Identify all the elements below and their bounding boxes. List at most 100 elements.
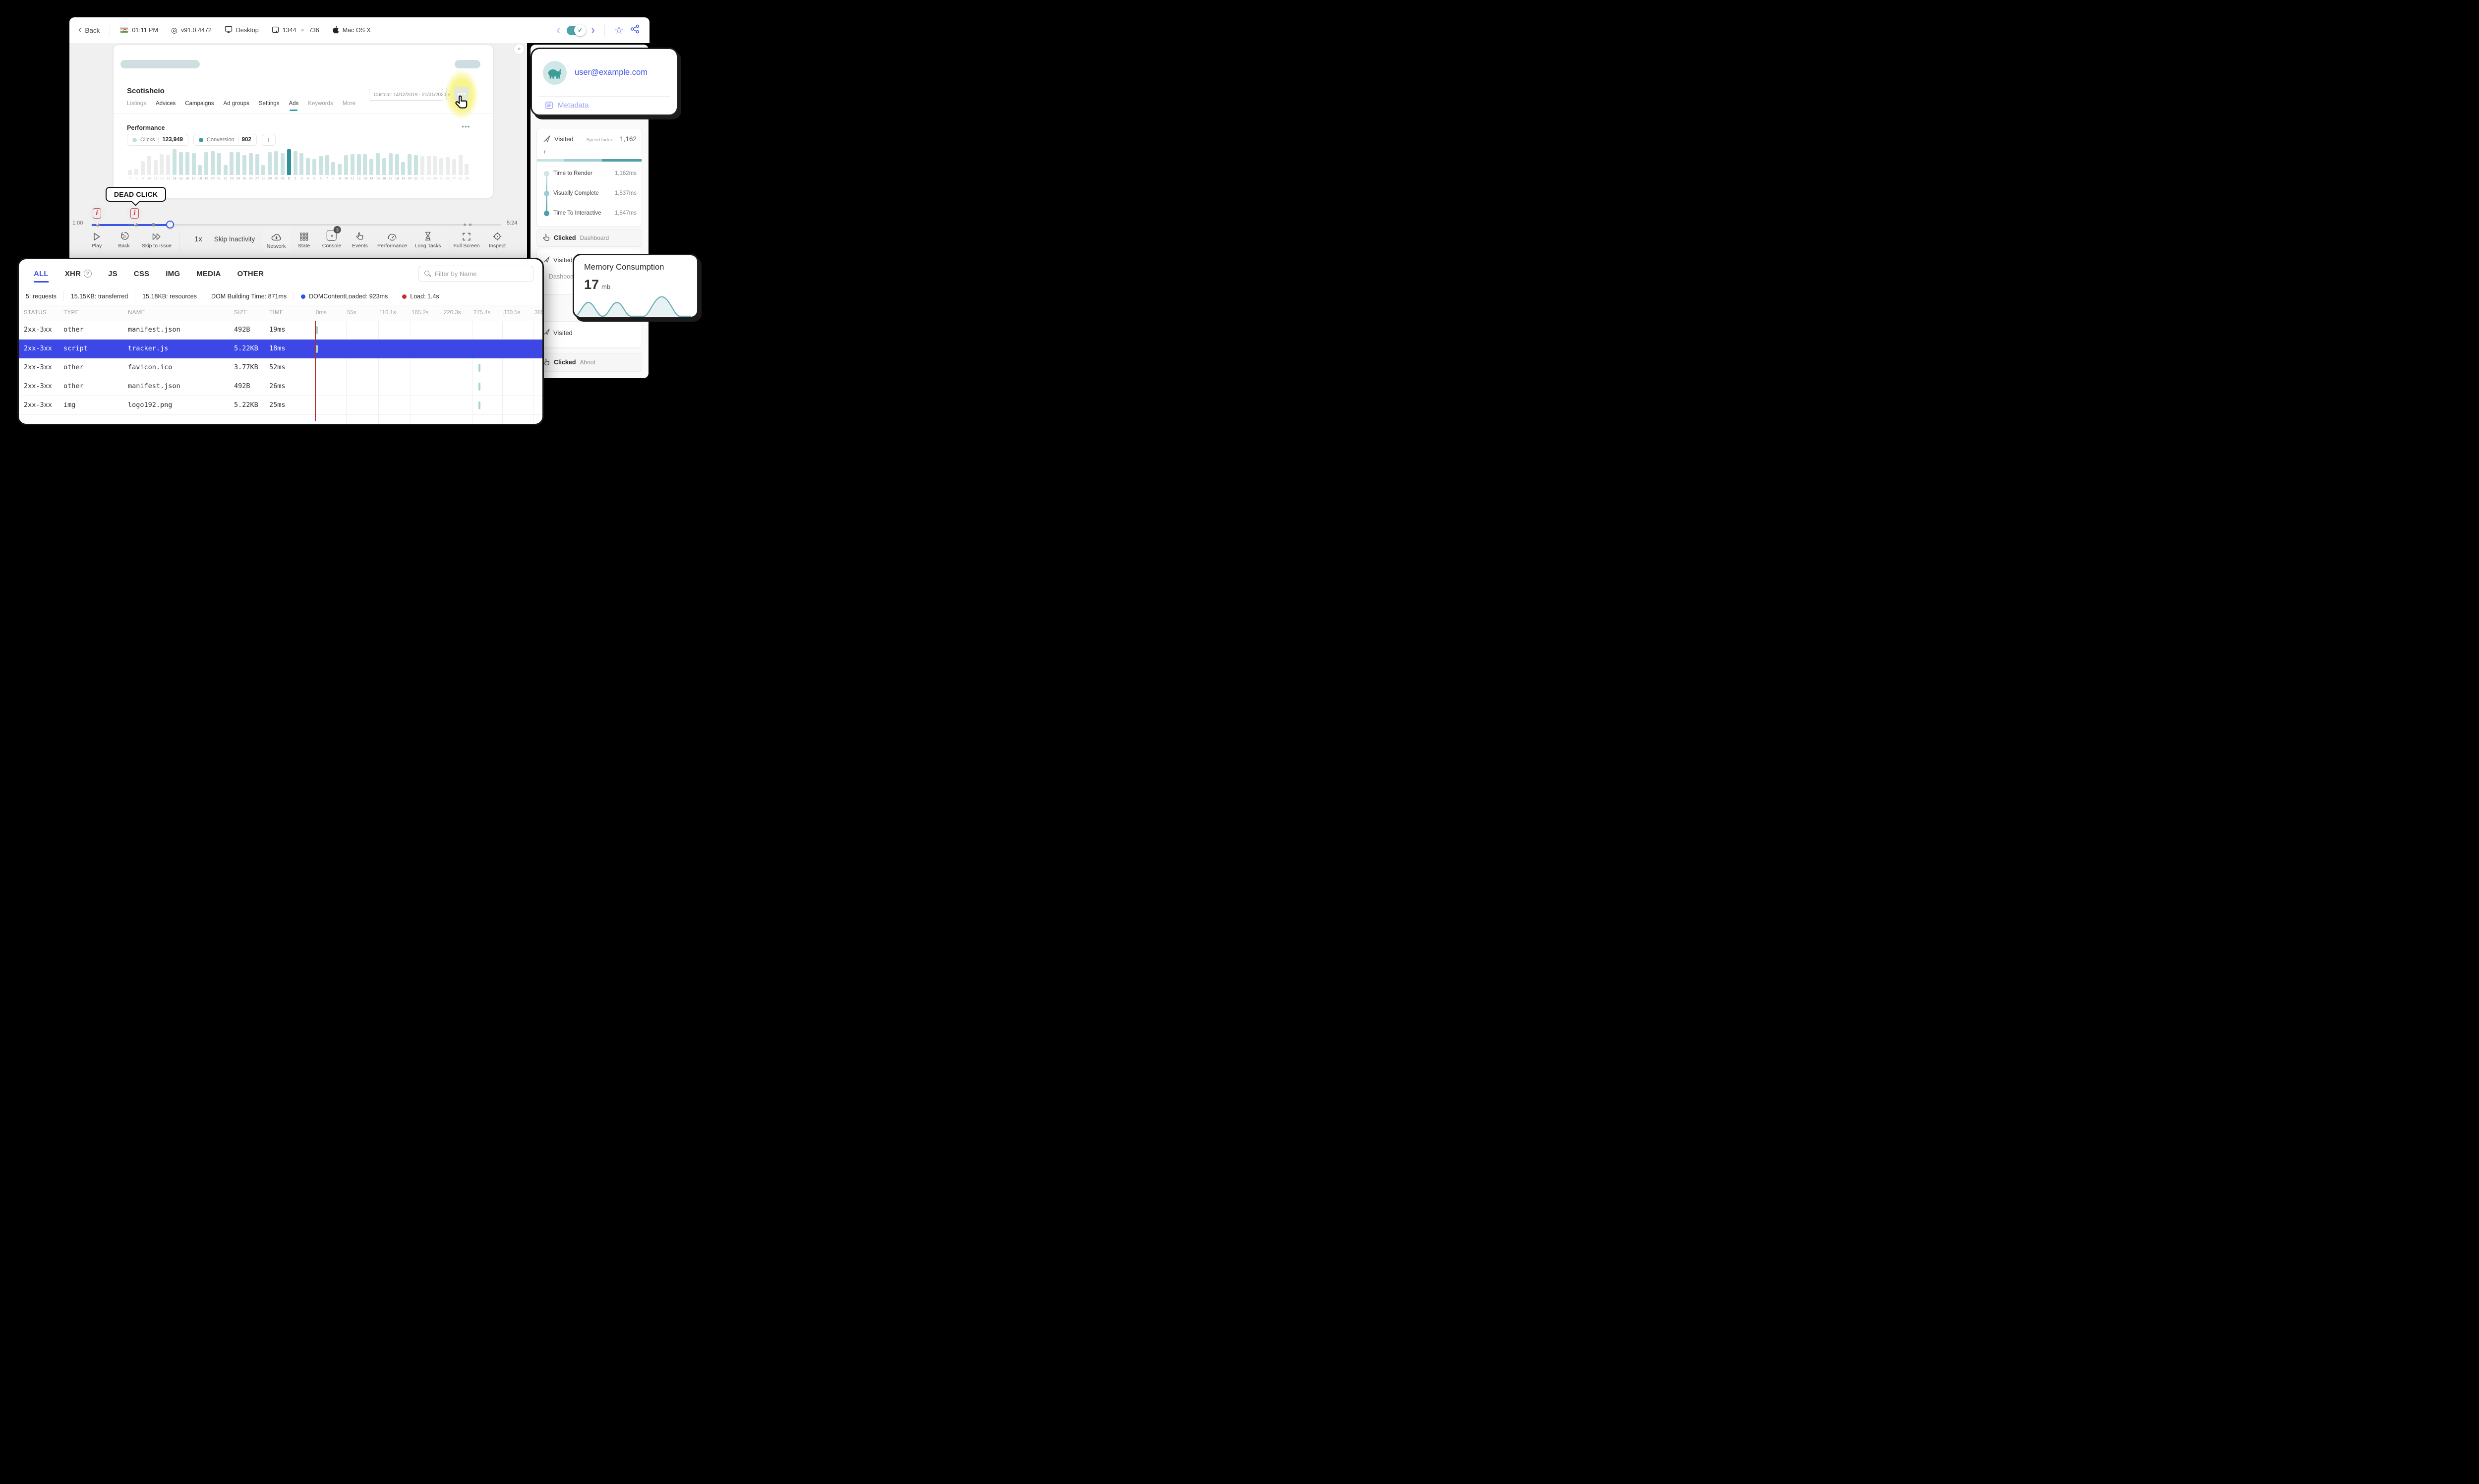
page-tab-campaigns[interactable]: Campaigns [185, 101, 214, 111]
page-tab-listings[interactable]: Listings [127, 101, 146, 111]
event-dot[interactable] [469, 224, 472, 226]
network-tab-css[interactable]: CSS [134, 270, 149, 278]
bar-slot [337, 146, 343, 175]
clicked-about-event[interactable]: Clicked About [536, 353, 642, 372]
metric-dot [544, 171, 549, 176]
bookmark-star-icon[interactable]: ☆ [614, 25, 624, 36]
waterfall-bar [316, 345, 318, 353]
chart-bar [408, 154, 412, 175]
visited-event-card[interactable]: Visited Speed Index 1,162 / Time to Rend… [536, 128, 642, 227]
events-panel-button[interactable]: Events [352, 230, 368, 249]
ellipsis-menu-icon[interactable]: ••• [462, 122, 471, 130]
chart-bar [369, 159, 374, 175]
chart-bar [268, 152, 272, 175]
playhead-knob[interactable] [166, 221, 174, 228]
issue-marker-dead-click[interactable]: i [126, 205, 143, 226]
metric-value: 902 [241, 137, 251, 143]
memory-title: Memory Consumption [584, 263, 664, 272]
state-panel-button[interactable]: State [298, 230, 310, 249]
metric-chip-conversion[interactable]: Conversion 902 [193, 134, 257, 146]
chart-bar [166, 155, 171, 175]
cell-status: 2xx-3xx [24, 344, 52, 352]
page-tab-keywords[interactable]: Keywords [308, 101, 333, 111]
visited-event[interactable]: Visited [536, 321, 642, 348]
share-icon[interactable] [630, 24, 640, 36]
chart-bar [255, 154, 259, 175]
page-tab-settings[interactable]: Settings [259, 101, 280, 111]
network-tab-js[interactable]: JS [108, 270, 118, 278]
previous-session-button[interactable]: ‹ [556, 24, 560, 36]
next-session-button[interactable]: › [591, 24, 595, 36]
divider [179, 231, 180, 251]
axis-tick-label: 13 [363, 177, 367, 180]
play-button[interactable]: Play [92, 230, 102, 249]
help-icon[interactable]: ? [84, 270, 92, 278]
filter-input[interactable] [435, 270, 528, 278]
cell-status: 2xx-3xx [24, 326, 52, 334]
table-row[interactable]: 2xx-3xx other manifest.json 492B 26ms [19, 377, 542, 396]
network-tab-xhr[interactable]: XHR? [65, 270, 92, 278]
table-row[interactable]: 2xx-3xx other manifest.json 492B 19ms [19, 321, 542, 340]
back-button[interactable]: ‹ Back [69, 25, 100, 35]
back-10s-button[interactable]: 10 Back [118, 230, 130, 249]
metric-label: Clicks [140, 137, 155, 143]
console-icon: ‹› 3 [327, 226, 341, 241]
collapse-sidebar-button[interactable]: » [514, 44, 525, 55]
axis-tick-label: 10 [344, 177, 348, 180]
chart-bar [413, 155, 418, 175]
full-screen-button[interactable]: Full Screen [453, 230, 480, 249]
cell-type: script [63, 344, 88, 352]
bar-slot [190, 146, 197, 175]
page-tab-ad-groups[interactable]: Ad groups [223, 101, 249, 111]
playback-speed-button[interactable]: 1x [194, 235, 202, 243]
performance-panel-button[interactable]: Performance [377, 230, 407, 249]
skip-to-issue-button[interactable]: Skip to Issue [142, 230, 172, 249]
page-tab-ads[interactable]: Ads [289, 101, 298, 111]
cell-name: logo192.png [128, 401, 173, 409]
long-tasks-panel-button[interactable]: Long Tasks [415, 230, 441, 249]
event-dot[interactable] [152, 223, 155, 227]
axis-tick-label: 2 [294, 177, 296, 180]
chart-bar [439, 158, 444, 175]
bar-slot [159, 146, 165, 175]
metadata-button[interactable]: Metadata [545, 101, 589, 110]
bar-slot [368, 146, 375, 175]
table-row[interactable]: 2xx-3xx img logo192.png 5.22KB 25ms [19, 396, 542, 415]
page-tab-advices[interactable]: Advices [156, 101, 176, 111]
table-row[interactable]: 2xx-3xx other favicon.ico 3.77KB 52ms [19, 358, 542, 377]
column-header-type: TYPE [63, 310, 79, 316]
network-tab-all[interactable]: ALL [34, 270, 49, 283]
add-metric-button[interactable]: + [261, 134, 276, 146]
cell-time: 26ms [269, 382, 286, 390]
table-row[interactable]: 2xx-3xx script tracker.js 5.22KB 18ms [19, 340, 542, 358]
axis-tick-label: 27 [255, 177, 259, 180]
date-range-select[interactable]: Custom: 14/12/2019 - 21/01/2020 ▼ [369, 89, 451, 101]
issue-marker[interactable]: i [89, 205, 106, 226]
axis-tick-label: 13 [166, 177, 171, 180]
autoplay-toggle[interactable]: ✓ [567, 24, 587, 36]
skip-inactivity-button[interactable]: Skip Inactivity [214, 235, 255, 243]
network-stat: DOM Building Time: 871ms [204, 291, 295, 301]
console-panel-button[interactable]: ‹› 3 Console [322, 226, 341, 249]
network-tab-other[interactable]: OTHER [237, 270, 264, 278]
bar-slot [172, 146, 178, 175]
inspect-button[interactable]: Inspect [489, 230, 506, 249]
network-tab-img[interactable]: IMG [166, 270, 180, 278]
page-tab-more[interactable]: More [343, 101, 355, 111]
event-dot[interactable] [464, 224, 466, 226]
column-header-time: TIME [269, 310, 284, 316]
fast-forward-icon [151, 230, 162, 241]
session-replay-app: ‹ Back 01:11 PM ◎ v91.0.4472 Desktop 134… [0, 0, 777, 440]
bar-slot [419, 146, 425, 175]
network-panel-button[interactable]: Network [261, 228, 291, 252]
axis-tick-label: 11 [154, 177, 158, 180]
metric-chip-clicks[interactable]: Clicks 123,949 [127, 134, 188, 146]
axis-tick-label: 27 [452, 177, 456, 180]
search-icon [424, 270, 431, 277]
bar-slot [254, 146, 260, 175]
clicked-dashboard-event[interactable]: Clicked Dashboard [536, 229, 642, 247]
chart-bar [356, 154, 361, 175]
axis-tick-label: 22 [420, 177, 424, 180]
network-tab-media[interactable]: MEDIA [196, 270, 221, 278]
chart-bar [293, 151, 297, 175]
